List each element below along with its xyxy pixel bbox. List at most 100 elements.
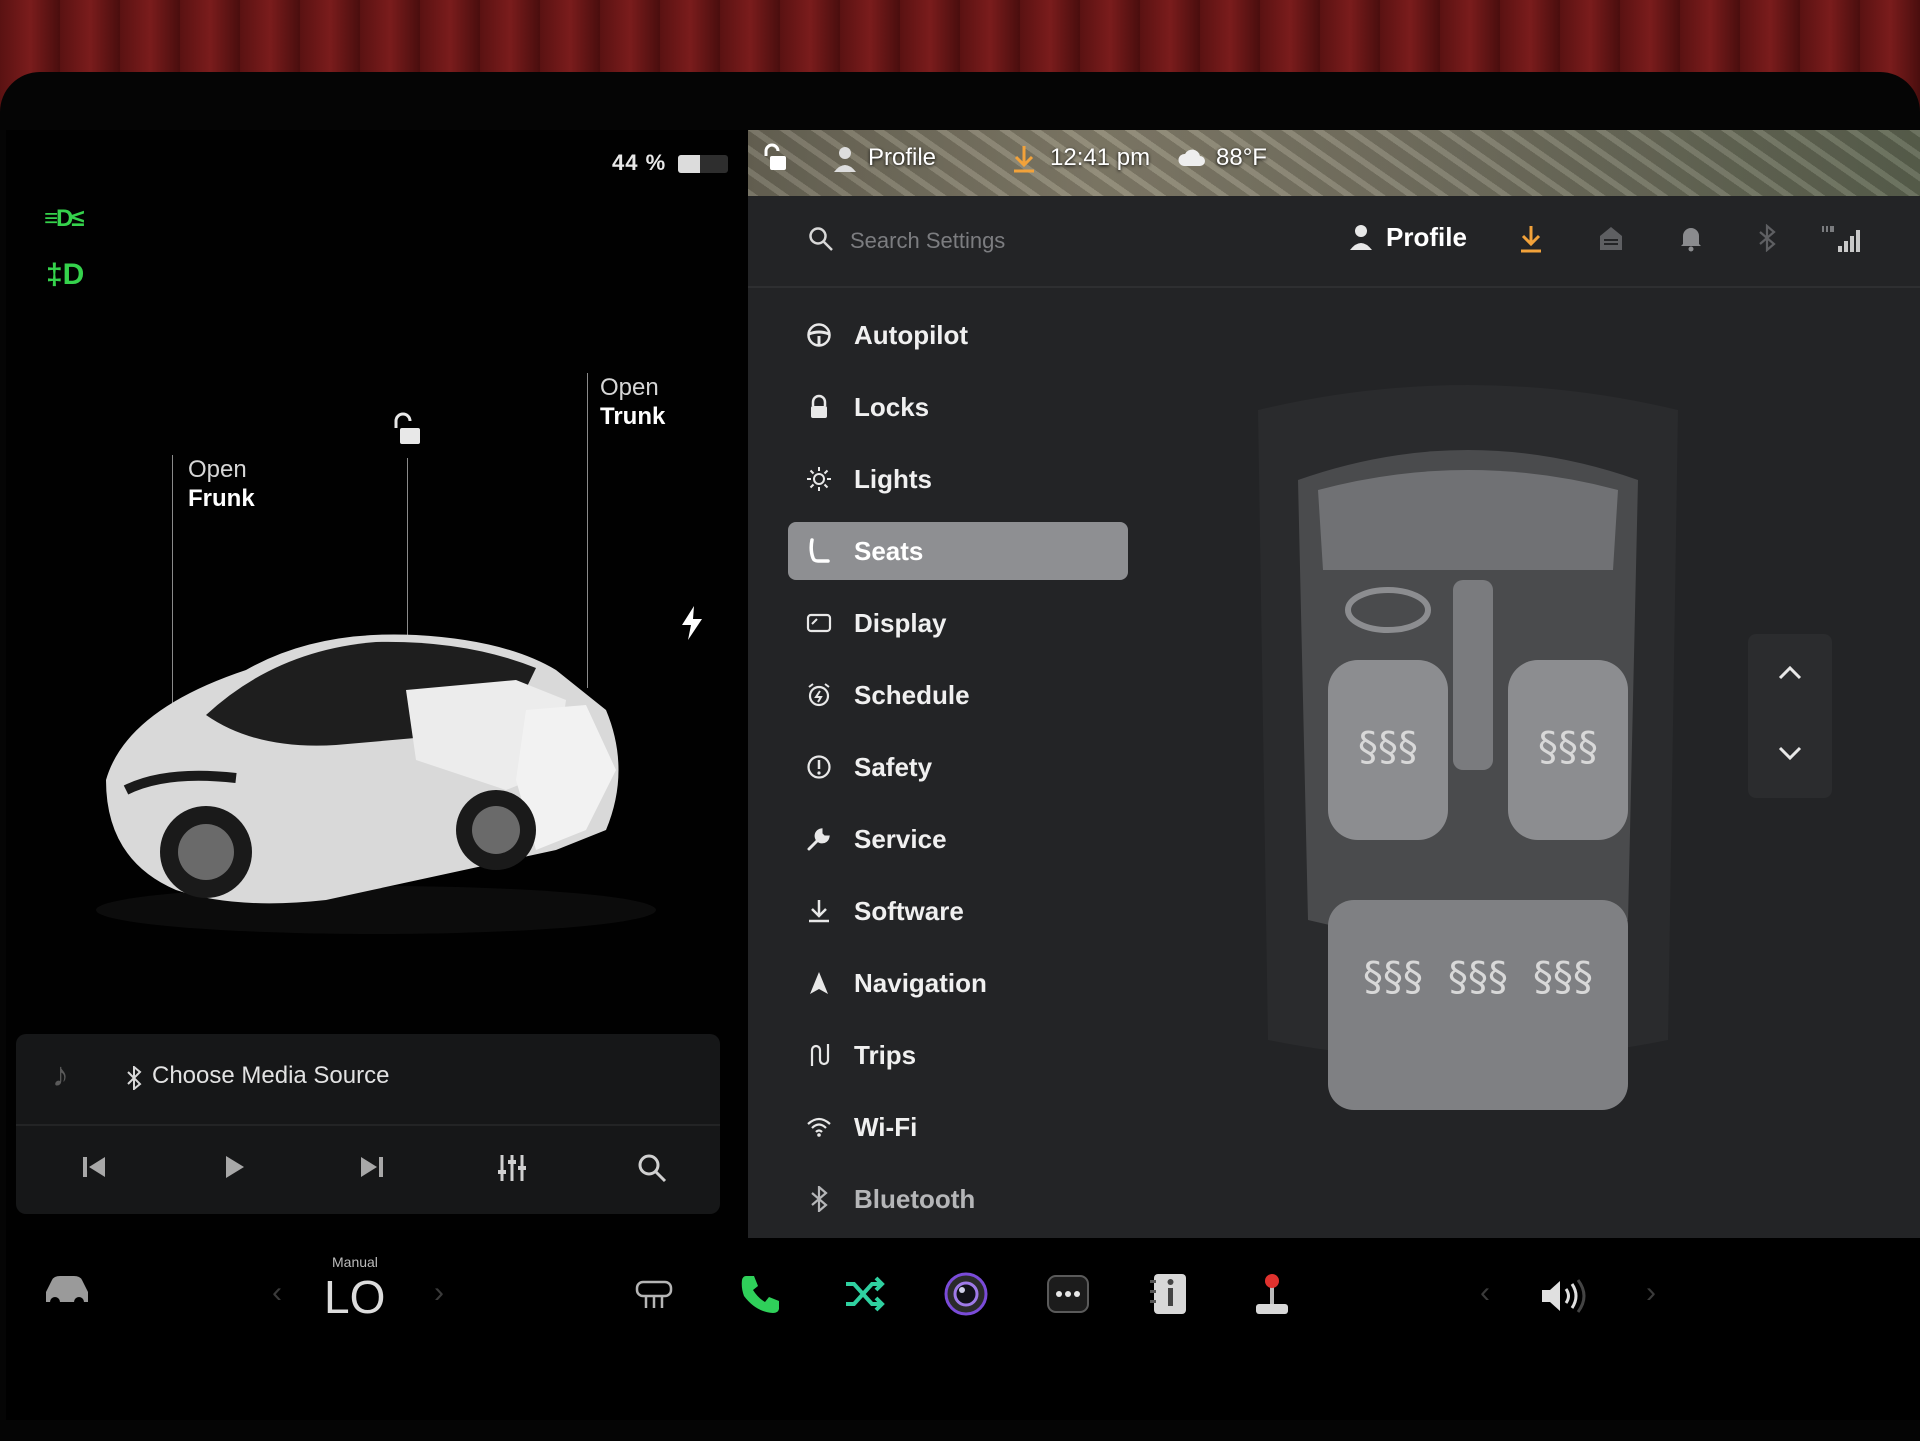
menu-item-label: Software [854, 896, 964, 926]
outside-temperature: 88°F [1216, 144, 1267, 171]
volume-button[interactable] [1538, 1276, 1592, 1321]
temp-down-chevron[interactable]: ‹ [272, 1276, 282, 1310]
trips-icon [810, 1044, 830, 1066]
map-profile-label[interactable]: Profile [868, 144, 936, 172]
front-left-seat[interactable]: §§§ [1328, 660, 1448, 840]
music-note-icon: ♪ [52, 1056, 69, 1094]
next-track-button[interactable] [350, 1152, 394, 1190]
menu-item-label: Bluetooth [854, 1184, 976, 1214]
seat-heat-icon [635, 1280, 673, 1308]
battery-icon [678, 155, 728, 173]
seat-heater-icon: §§§ [1358, 724, 1418, 770]
more-dots-icon [1047, 1275, 1089, 1313]
joystick-icon [1256, 1274, 1288, 1314]
map-status-bar[interactable]: Profile 12:41 pm 88°F [748, 130, 1920, 196]
camera-app-button[interactable] [942, 1270, 990, 1318]
menu-item-label: Schedule [854, 680, 970, 710]
rear-center-seat[interactable]: §§§ [1448, 954, 1508, 1000]
equalizer-button[interactable] [490, 1152, 534, 1192]
menu-item-safety[interactable]: Safety [788, 738, 1128, 796]
menu-item-schedule[interactable]: Schedule [788, 666, 1128, 724]
battery-level-fill [678, 155, 700, 173]
volume-speaker-icon [1542, 1279, 1586, 1313]
seat-heater-icon: §§§ [1538, 724, 1598, 770]
play-icon [226, 1156, 244, 1178]
battery-percent: 44 % [612, 150, 667, 175]
bluetooth-small-icon [127, 1066, 142, 1090]
car-status-panel: 44 % ≡D≤ ‡D Open Frunk Open Trunk ♪ Choo… [6, 130, 748, 1230]
software-update-icon[interactable] [1518, 224, 1544, 254]
volume-up-chevron[interactable]: › [1646, 1276, 1656, 1310]
garage-icon[interactable] [1598, 224, 1624, 252]
menu-item-lights[interactable]: Lights [788, 450, 1128, 508]
seat-scroll-controls [1748, 634, 1832, 798]
cloud-weather-icon [1178, 149, 1205, 166]
info-manual-icon [1150, 1274, 1186, 1314]
front-right-seat[interactable]: §§§ [1508, 660, 1628, 840]
search-icon [638, 1154, 667, 1183]
toybox-app-button[interactable] [1248, 1270, 1296, 1318]
media-search-button[interactable] [630, 1152, 674, 1192]
notification-bell-icon[interactable] [1678, 224, 1704, 252]
profile-icon[interactable] [1348, 222, 1374, 252]
play-button[interactable] [212, 1152, 256, 1190]
car-controls-button[interactable] [42, 1270, 92, 1315]
open-frunk-button[interactable]: Open Frunk [188, 455, 255, 513]
shuffle-app-button[interactable] [840, 1270, 888, 1318]
menu-item-bluetooth[interactable]: Bluetooth [788, 1170, 1128, 1228]
rear-right-seat[interactable]: §§§ [1533, 954, 1593, 1000]
scroll-up-button[interactable] [1748, 634, 1832, 716]
rear-seat-bench [1328, 900, 1628, 1110]
previous-track-button[interactable] [72, 1152, 116, 1190]
camera-icon [944, 1272, 988, 1316]
open-frunk-line1: Open [188, 456, 247, 483]
navigation-arrow-icon [810, 972, 828, 994]
menu-item-label: Locks [854, 392, 930, 422]
open-trunk-button[interactable]: Open Trunk [600, 373, 665, 431]
car-icon [46, 1276, 88, 1307]
lock-status-icon[interactable] [762, 142, 788, 172]
open-frunk-line2: Frunk [188, 485, 255, 512]
search-settings-input[interactable] [848, 220, 1212, 262]
menu-item-wifi[interactable]: Wi-Fi [788, 1098, 1128, 1156]
climate-mode-label: Manual [332, 1254, 378, 1270]
profile-button[interactable]: Profile [1386, 222, 1467, 253]
volume-down-chevron[interactable]: ‹ [1480, 1276, 1490, 1310]
menu-item-label: Trips [854, 1040, 917, 1070]
touchscreen: 44 % ≡D≤ ‡D Open Frunk Open Trunk ♪ Choo… [6, 130, 1920, 1420]
settings-panel: Profile 12:41 pm 88°F Profile [748, 130, 1920, 1238]
menu-item-navigation[interactable]: Navigation [788, 954, 1128, 1012]
rear-left-seat[interactable]: §§§ [1363, 954, 1423, 1000]
seat-heater-icon: §§§ [1448, 954, 1508, 1000]
phone-app-button[interactable] [736, 1270, 784, 1318]
download-icon [1014, 146, 1034, 173]
headlight-indicator-icon: ≡D≤ [44, 205, 84, 232]
menu-item-label: Service [854, 824, 947, 854]
menu-item-display[interactable]: Display [788, 594, 1128, 652]
menu-item-trips[interactable]: Trips [788, 1026, 1128, 1084]
skip-back-icon [83, 1157, 105, 1177]
menu-item-service[interactable]: Service [788, 810, 1128, 868]
profile-icon [834, 147, 856, 172]
menu-item-label: Wi-Fi [854, 1112, 918, 1142]
more-apps-button[interactable] [1044, 1270, 1092, 1318]
rear-defrost-button[interactable] [634, 1278, 674, 1317]
menu-item-autopilot[interactable]: Autopilot [788, 306, 1128, 364]
phone-icon [741, 1276, 779, 1313]
lock-icon [811, 394, 827, 418]
choose-media-source-button[interactable]: ♪ Choose Media Source [16, 1034, 720, 1126]
scroll-down-button[interactable] [1748, 716, 1832, 798]
menu-item-label: Seats [854, 536, 924, 566]
manual-app-button[interactable] [1146, 1270, 1194, 1318]
skip-forward-icon [361, 1157, 383, 1177]
menu-item-software[interactable]: Software [788, 882, 1128, 940]
temp-up-chevron[interactable]: › [434, 1276, 444, 1310]
seat-icon [809, 538, 830, 563]
settings-header: Profile [748, 196, 1920, 288]
menu-item-seats[interactable]: Seats [788, 522, 1128, 580]
cabin-temperature[interactable]: LO [324, 1270, 385, 1324]
bluetooth-icon[interactable] [1758, 224, 1776, 252]
menu-item-locks[interactable]: Locks [788, 378, 1128, 436]
unlock-button[interactable] [390, 412, 424, 451]
media-player: ♪ Choose Media Source [16, 1034, 720, 1214]
